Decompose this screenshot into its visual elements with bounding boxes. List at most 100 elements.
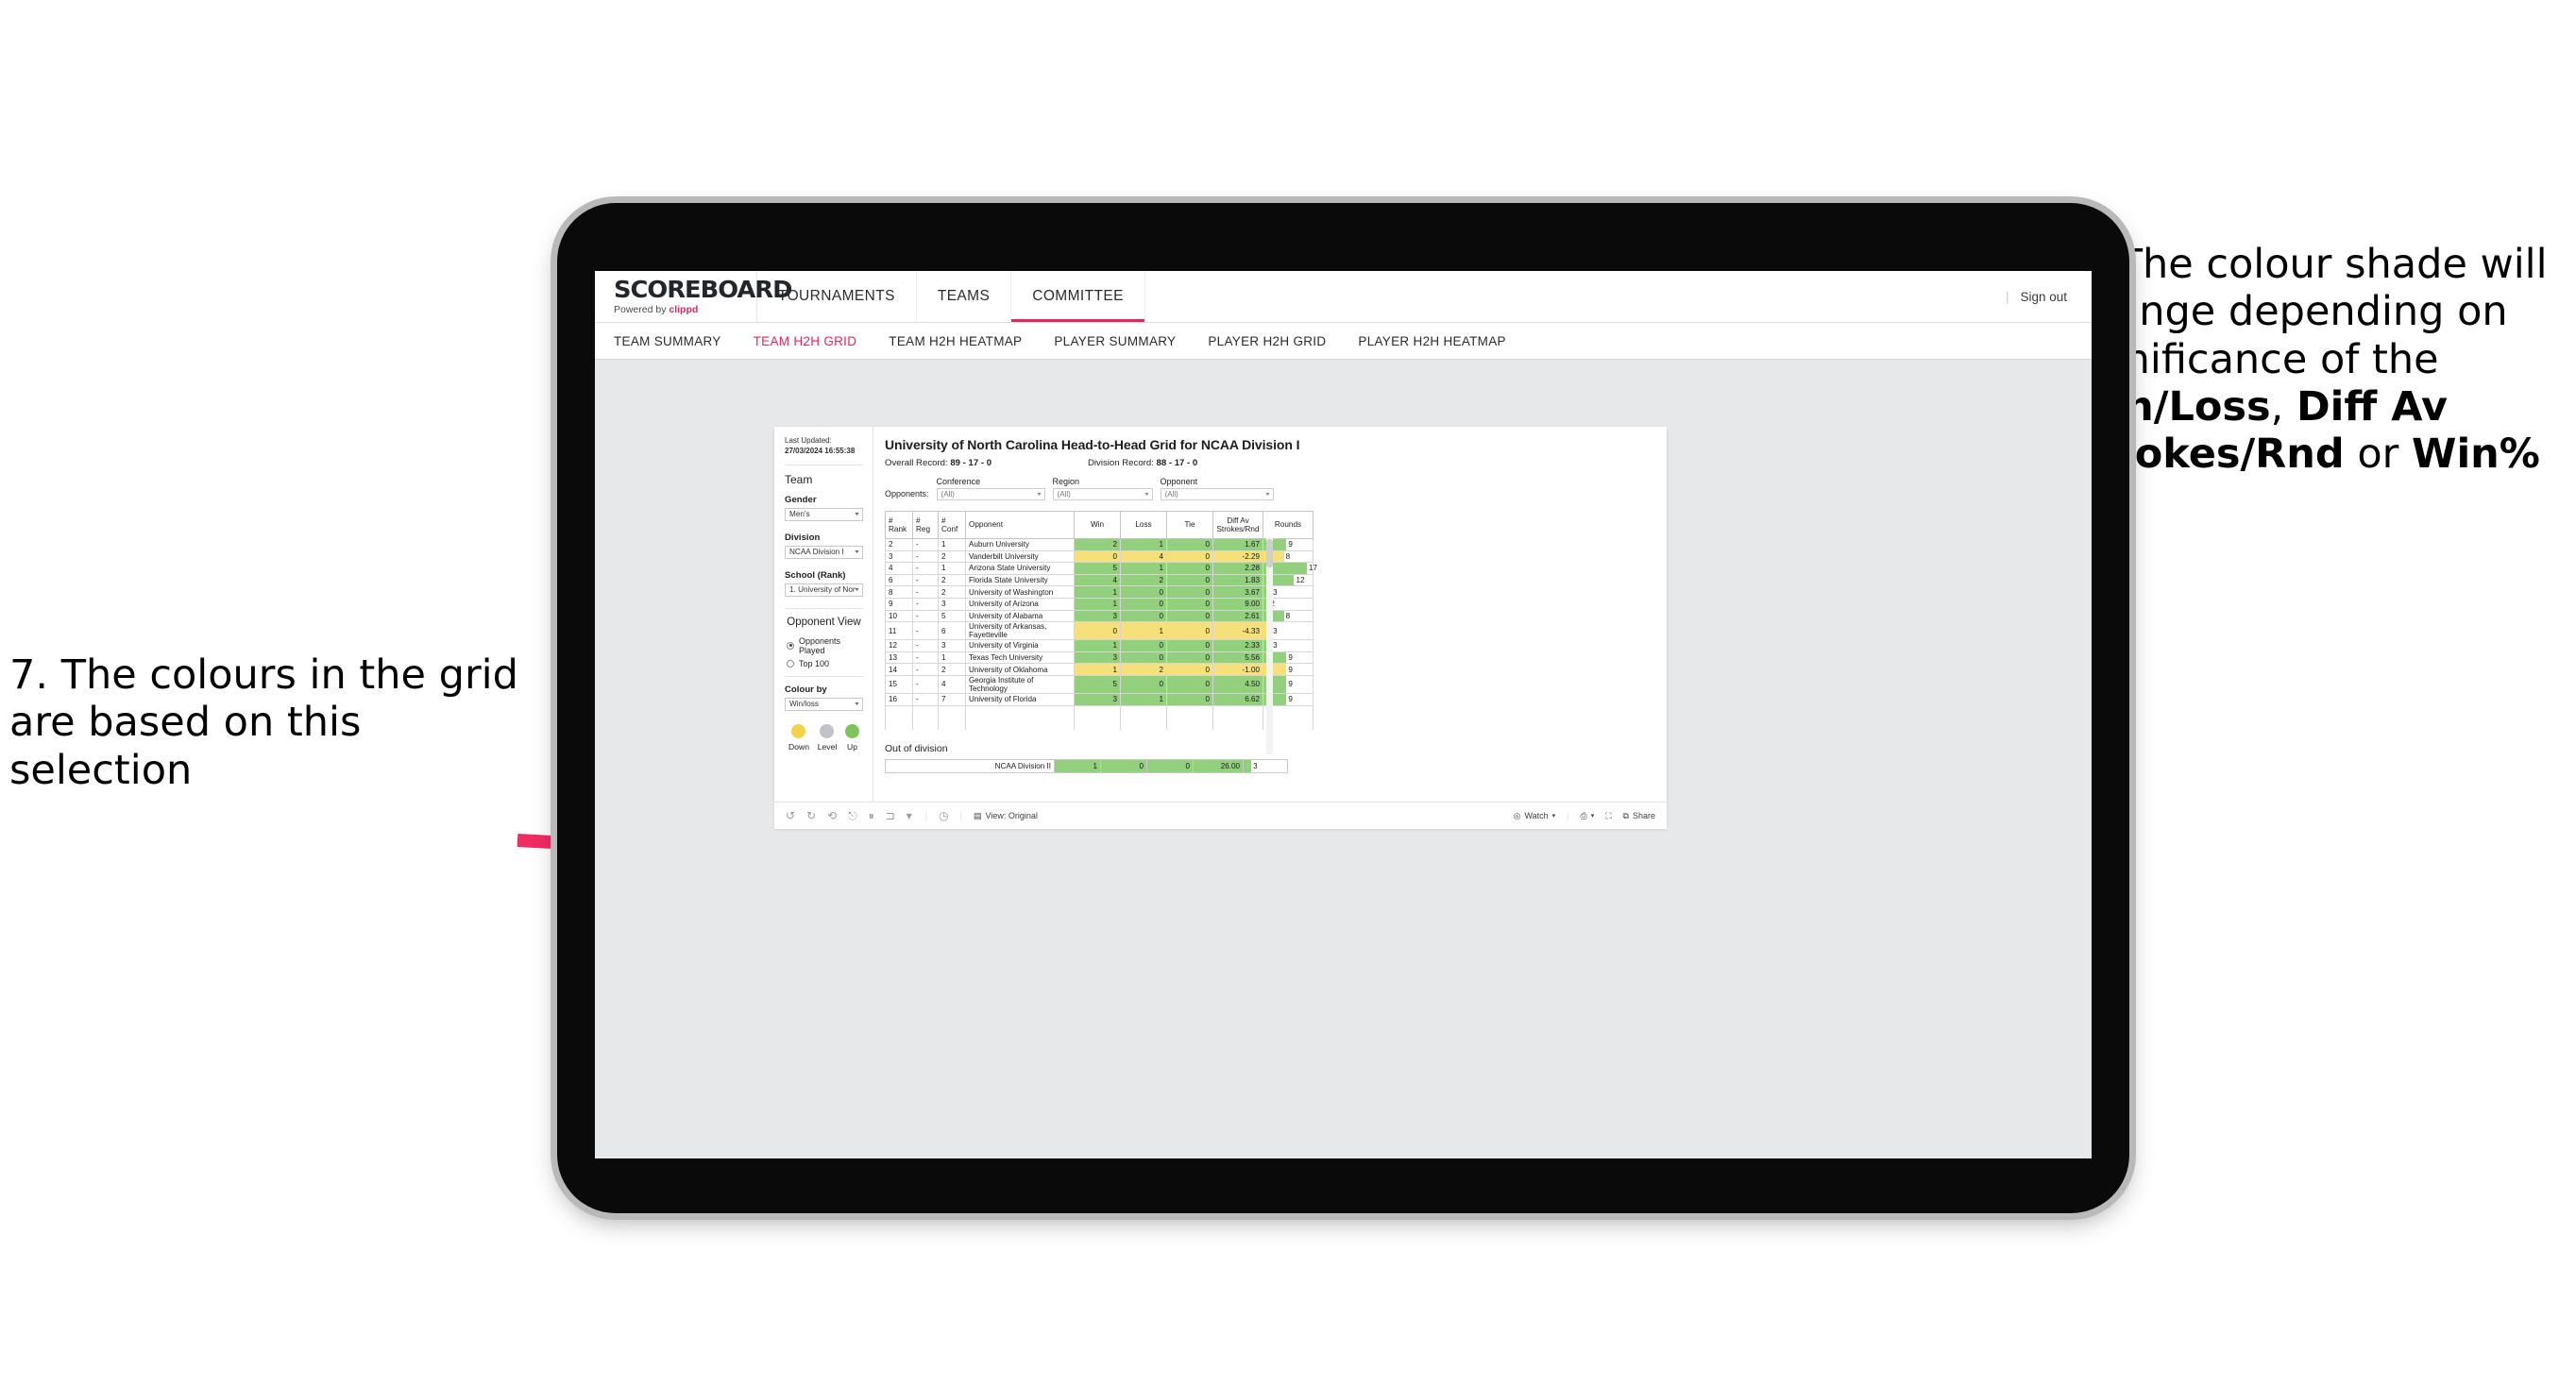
colour-by-select[interactable]: Win/loss ▾ [785,697,863,711]
cell-reg: - [912,639,939,652]
cell-rank: 12 [885,639,913,652]
subnav-player-h2h-grid[interactable]: PLAYER H2H GRID [1208,334,1326,348]
chevron-down-icon: ▾ [855,512,859,518]
chevron-down-icon[interactable]: ▾ [907,810,912,821]
scrollbar-thumb[interactable] [1266,539,1273,567]
cell-win: 1 [1054,758,1101,773]
annotation-left-text: 7. The colours in the grid are based on … [9,651,518,794]
rounds-value: 8 [1285,551,1291,561]
gender-field: Gender Men's ▾ [785,495,863,521]
col-reg[interactable]: # Reg [912,511,939,539]
cell-opponent: University of Florida [965,693,1075,706]
table-row[interactable]: 8-2 University of Washington 1 0 0 3.67 3 [885,585,1313,599]
col-diff-av-strokes[interactable]: Diff Av Strokes/Rnd [1212,511,1263,539]
chevron-down-icon: ▾ [1551,813,1556,820]
cell-loss: 4 [1120,550,1167,564]
table-row[interactable]: 9-3University of Arizona1009.002 [885,598,1313,611]
table-row[interactable]: 13-1 Texas Tech University 3 0 0 5.56 9 [885,651,1313,665]
gender-label: Gender [785,494,817,505]
gender-value: Men's [789,510,810,519]
download-button[interactable]: ⎙ ▾ [1581,811,1595,821]
colour-by-field: Colour by Win/loss ▾ [785,685,863,711]
cell-loss: 0 [1100,758,1147,773]
table-row[interactable]: 15-4 Georgia Institute of Technology 5 0 0 4.… [885,675,1313,694]
chevron-down-icon: ▾ [855,701,859,708]
subnav-player-summary[interactable]: PLAYER SUMMARY [1054,334,1176,348]
col-rank[interactable]: # Rank [885,511,913,539]
table-scrollbar[interactable] [1266,537,1273,754]
division-select[interactable]: NCAA Division I ▾ [785,545,863,559]
school-select[interactable]: 1. University of Nort... ▾ [785,583,863,597]
clock-icon[interactable]: ◷ [939,810,948,821]
table-row[interactable]: 3-2 Vanderbilt University 0 4 0 -2.29 8 [885,550,1313,564]
radio-top-100[interactable]: Top 100 [787,659,863,668]
table-row[interactable]: 4-1 Arizona State University 5 1 0 2.28 17 [885,562,1317,575]
nav-teams[interactable]: TEAMS [917,271,1012,322]
cell-rank: 11 [885,621,913,641]
division-record-label: Division Record: [1088,458,1157,468]
chevron-down-icon: ▾ [1144,492,1149,498]
col-conf[interactable]: # Conf [938,511,966,539]
school-field: School (Rank) 1. University of Nort... ▾ [785,570,863,597]
conference-select[interactable]: (All) ▾ [936,488,1045,500]
table-row[interactable]: 6-2 Florida State University 4 2 0 1.83 12 [885,574,1313,587]
out-of-division-row[interactable]: NCAA Division II 1 0 0 26.00 3 [885,758,1288,773]
region-select[interactable]: (All) ▾ [1052,488,1153,500]
view-original-button[interactable]: ▤ View: Original [974,811,1038,821]
undo-icon[interactable]: ↺ [786,810,795,821]
opponent-select[interactable]: (All) ▾ [1160,488,1274,500]
cell-opponent: Florida State University [965,574,1075,587]
subnav-team-h2h-heatmap[interactable]: TEAM H2H HEATMAP [889,334,1022,348]
legend-label-up: Up [847,741,857,752]
col-loss[interactable]: Loss [1120,511,1167,539]
table-row[interactable]: 16-7 University of Florida 3 1 0 6.62 9 [885,693,1313,706]
last-updated-value: 27/03/2024 16:55:38 [785,446,856,455]
conference-filter: Conference (All) ▾ [936,477,1045,500]
opponent-label: Opponent [1160,477,1198,486]
refresh-icon[interactable]: ⎋ [848,810,857,821]
table-header-row: # Rank # Reg # Conf Opponent Win Loss Tie D… [885,511,1313,539]
sign-out-link[interactable]: Sign out [2020,290,2067,304]
cell-rank: 16 [885,693,913,706]
colour-by-label: Colour by [785,684,827,695]
subnav-team-summary[interactable]: TEAM SUMMARY [614,334,721,348]
table-row[interactable]: 2-1 Auburn University 2 1 0 1.67 9 [885,538,1313,551]
gender-select[interactable]: Men's ▾ [785,507,863,521]
reset-icon[interactable]: ⊐ [886,810,895,821]
col-tie[interactable]: Tie [1166,511,1213,539]
view-icon: ▤ [973,810,982,820]
nav-committee[interactable]: COMMITTEE [1011,271,1145,322]
subnav-player-h2h-heatmap[interactable]: PLAYER H2H HEATMAP [1358,334,1505,348]
legend-dot-down [791,723,806,738]
table-row[interactable]: 11-6 University of Arkansas, Fayetteville… [885,621,1313,641]
cell-rounds: 3 [1243,758,1288,773]
col-rounds[interactable]: Rounds [1263,511,1313,539]
overall-record: Overall Record: 89 - 17 - 0 [885,458,1088,468]
table-row[interactable]: 12-3 University of Virginia 1 0 0 2.33 3 [885,639,1313,652]
school-value: 1. University of Nort... [789,585,856,595]
redo-icon[interactable]: ↻ [806,810,816,821]
watch-button[interactable]: ◎ Watch ▾ [1514,811,1556,821]
cell-diff: -2.29 [1212,550,1263,564]
radio-opponents-played[interactable]: Opponents Played [787,636,863,655]
table-body: 2-1 Auburn University 2 1 0 1.67 9 3-2 Vanderbil… [885,538,1317,730]
cell-conf: 2 [938,663,966,676]
share-button[interactable]: ⧉ Share [1623,811,1655,821]
col-win[interactable]: Win [1074,511,1121,539]
cell-conf: 3 [938,598,966,611]
watch-icon: ◎ [1513,810,1521,820]
cell-loss: 0 [1120,651,1167,665]
cell-rank: 15 [885,675,913,694]
pause-updates-icon[interactable]: ⏸ [869,810,874,821]
col-opponent[interactable]: Opponent [965,511,1075,539]
table-row[interactable]: 10-5 University of Alabama 3 0 0 2.61 8 [885,610,1313,623]
opponent-view-heading: Opponent View [787,616,861,628]
nav-tournaments[interactable]: TOURNAMENTS [757,271,917,322]
revert-icon[interactable]: ⟲ [827,810,837,821]
cell-loss: 0 [1120,675,1167,694]
cell-blank [885,705,913,730]
view-label: View: Original [985,811,1038,820]
fullscreen-button[interactable]: ⛶ [1605,811,1611,821]
subnav-team-h2h-grid[interactable]: TEAM H2H GRID [754,334,857,348]
table-row[interactable]: 14-2 University of Oklahoma 1 2 0 -1.00 9 [885,663,1313,676]
